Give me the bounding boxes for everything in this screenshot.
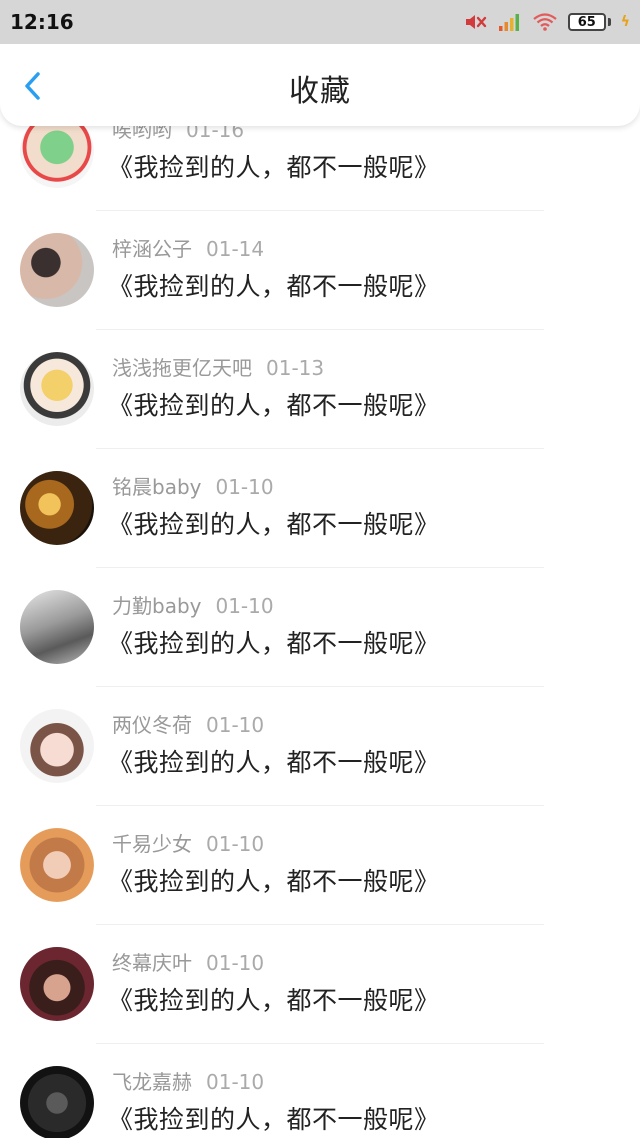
user-name[interactable]: 两仪冬荷	[112, 713, 192, 737]
avatar[interactable]	[20, 828, 94, 902]
item-meta: 千易少女 01-10	[112, 828, 264, 857]
signal-icon	[498, 12, 522, 32]
charge-icon: ϟ	[620, 14, 630, 30]
nav-header: 收藏	[0, 44, 640, 126]
user-name[interactable]: 千易少女	[112, 832, 192, 856]
item-date: 01-10	[206, 832, 265, 856]
item-meta: 浅浅拖更亿天吧 01-13	[112, 352, 324, 381]
item-title[interactable]: 《我捡到的人，都不一般呢》	[108, 267, 440, 303]
list-item[interactable]: 力勤baby 01-10 《我捡到的人，都不一般呢》	[0, 568, 640, 687]
avatar[interactable]	[20, 233, 94, 307]
status-time: 12:16	[10, 10, 74, 34]
item-date: 01-10	[206, 713, 265, 737]
avatar[interactable]	[20, 947, 94, 1021]
item-meta: 两仪冬荷 01-10	[112, 709, 264, 738]
item-meta: 终幕庆叶 01-10	[112, 947, 264, 976]
battery-level: 65	[577, 14, 596, 30]
item-title[interactable]: 《我捡到的人，都不一般呢》	[108, 148, 440, 184]
list-item[interactable]: 飞龙嘉赫 01-10 《我捡到的人，都不一般呢》	[0, 1044, 640, 1138]
user-name[interactable]: 终幕庆叶	[112, 951, 192, 975]
user-name[interactable]: 飞龙嘉赫	[112, 1070, 192, 1094]
user-name[interactable]: 梓涵公子	[112, 237, 192, 261]
list-item[interactable]: 两仪冬荷 01-10 《我捡到的人，都不一般呢》	[0, 687, 640, 806]
user-name[interactable]: 铭晨baby	[112, 475, 201, 499]
list-item[interactable]: 千易少女 01-10 《我捡到的人，都不一般呢》	[0, 806, 640, 925]
item-title[interactable]: 《我捡到的人，都不一般呢》	[108, 1100, 440, 1136]
item-title[interactable]: 《我捡到的人，都不一般呢》	[108, 862, 440, 898]
item-date: 01-10	[206, 951, 265, 975]
item-date: 01-10	[215, 594, 274, 618]
list-item[interactable]: 浅浅拖更亿天吧 01-13 《我捡到的人，都不一般呢》	[0, 330, 640, 449]
item-title[interactable]: 《我捡到的人，都不一般呢》	[108, 743, 440, 779]
item-date: 01-14	[206, 237, 265, 261]
page-title: 收藏	[289, 74, 351, 109]
item-meta: 力勤baby 01-10	[112, 590, 274, 619]
item-date: 01-10	[206, 1070, 265, 1094]
item-meta: 铭晨baby 01-10	[112, 471, 274, 500]
mute-icon	[464, 12, 488, 32]
item-date: 01-10	[215, 475, 274, 499]
item-title[interactable]: 《我捡到的人，都不一般呢》	[108, 981, 440, 1017]
item-title[interactable]: 《我捡到的人，都不一般呢》	[108, 505, 440, 541]
favorites-screen: 唉哟哟 01-16 《我捡到的人，都不一般呢》 梓涵公子 01-14 《我捡到的人，…	[0, 0, 640, 1138]
item-date: 01-13	[266, 356, 325, 380]
avatar[interactable]	[20, 352, 94, 426]
avatar[interactable]	[20, 590, 94, 664]
wifi-icon	[532, 12, 558, 32]
list-item[interactable]: 铭晨baby 01-10 《我捡到的人，都不一般呢》	[0, 449, 640, 568]
battery-icon: 65	[567, 13, 611, 31]
item-title[interactable]: 《我捡到的人，都不一般呢》	[108, 386, 440, 422]
item-meta: 飞龙嘉赫 01-10	[112, 1066, 264, 1095]
user-name[interactable]: 浅浅拖更亿天吧	[112, 356, 252, 380]
status-icons: 65 ϟ	[464, 12, 630, 32]
item-meta: 梓涵公子 01-14	[112, 233, 264, 262]
list-item[interactable]: 梓涵公子 01-14 《我捡到的人，都不一般呢》	[0, 211, 640, 330]
avatar[interactable]	[20, 709, 94, 783]
user-name[interactable]: 力勤baby	[112, 594, 201, 618]
avatar[interactable]	[20, 1066, 94, 1138]
list-item[interactable]: 终幕庆叶 01-10 《我捡到的人，都不一般呢》	[0, 925, 640, 1044]
item-title[interactable]: 《我捡到的人，都不一般呢》	[108, 624, 440, 660]
avatar[interactable]	[20, 471, 94, 545]
status-bar: 12:16 65 ϟ	[0, 0, 640, 44]
